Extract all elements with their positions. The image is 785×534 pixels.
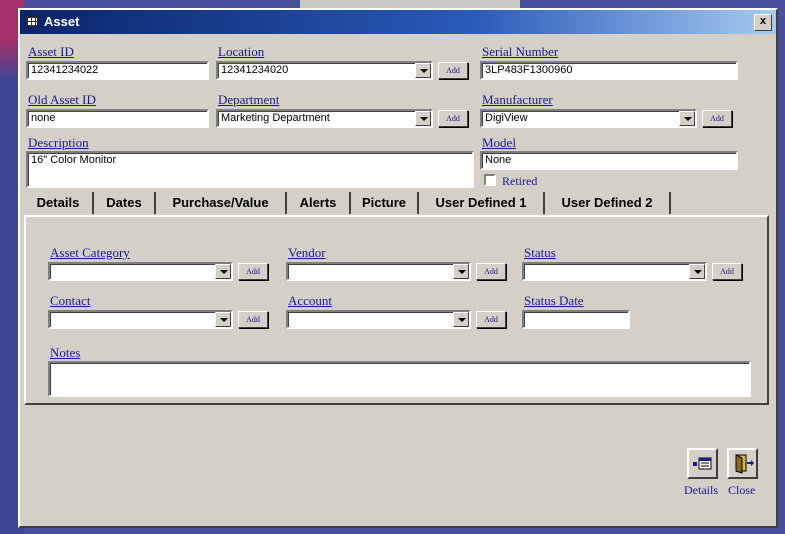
serial-number-field[interactable]: 3LP483F1300960 <box>480 61 738 80</box>
serial-number-label: Serial Number <box>482 44 559 59</box>
chevron-down-icon[interactable] <box>453 264 469 279</box>
chevron-down-icon[interactable] <box>453 312 469 327</box>
department-value: Marketing Department <box>221 112 330 124</box>
location-value: 12341234020 <box>221 64 289 76</box>
close-button[interactable] <box>727 448 758 479</box>
chevron-down-icon[interactable] <box>679 111 695 126</box>
status-date-label: Status Date <box>524 293 584 308</box>
add-asset-category-button[interactable]: Add <box>238 263 268 280</box>
add-contact-button[interactable]: Add <box>238 311 268 328</box>
add-status-button[interactable]: Add <box>712 263 742 280</box>
window-title: Asset <box>44 14 80 29</box>
add-vendor-button[interactable]: Add <box>476 263 506 280</box>
contact-combo[interactable] <box>48 310 233 329</box>
chevron-down-icon[interactable] <box>415 111 431 126</box>
tab-picture[interactable]: Picture <box>351 192 419 214</box>
retired-checkbox[interactable] <box>484 174 496 186</box>
add-location-button[interactable]: Add <box>438 62 468 79</box>
title-bar[interactable]: Asset x <box>20 10 776 34</box>
department-combo[interactable]: Marketing Department <box>216 109 433 128</box>
close-footer-label: Close <box>728 483 756 497</box>
details-tab-panel: Asset Category Add Vendor Add Status Add… <box>24 215 769 405</box>
details-button[interactable] <box>687 448 718 479</box>
tab-details[interactable]: Details <box>24 192 94 214</box>
vendor-combo[interactable] <box>286 262 471 281</box>
manufacturer-label: Manufacturer <box>482 92 553 107</box>
add-manufacturer-button[interactable]: Add <box>702 110 732 127</box>
account-combo[interactable] <box>286 310 471 329</box>
add-account-button[interactable]: Add <box>476 311 506 328</box>
add-department-button[interactable]: Add <box>438 110 468 127</box>
details-footer-label: Details <box>684 483 718 497</box>
contact-label: Contact <box>50 293 91 308</box>
model-label: Model <box>482 135 516 150</box>
description-label: Description <box>28 135 89 150</box>
department-label: Department <box>218 92 280 107</box>
asset-id-field[interactable]: 12341234022 <box>26 61 209 80</box>
vendor-label: Vendor <box>288 245 326 260</box>
tab-user-defined-2[interactable]: User Defined 2 <box>545 192 671 214</box>
old-asset-id-field[interactable]: none <box>26 109 209 128</box>
notes-label: Notes <box>50 345 81 360</box>
chevron-down-icon[interactable] <box>689 264 705 279</box>
close-window-button[interactable]: x <box>754 14 772 31</box>
manufacturer-value: DigiView <box>485 112 528 124</box>
asset-form-window: Asset x Asset ID 12341234022 Location 12… <box>18 8 778 528</box>
asset-category-label: Asset Category <box>50 245 130 260</box>
chevron-down-icon[interactable] <box>415 63 431 78</box>
location-combo[interactable]: 12341234020 <box>216 61 433 80</box>
model-field[interactable]: None <box>480 151 738 170</box>
account-label: Account <box>288 293 333 308</box>
status-label: Status <box>524 245 556 260</box>
notes-field[interactable] <box>48 361 751 397</box>
exit-door-icon <box>735 454 754 474</box>
details-icon <box>693 457 712 470</box>
asset-category-combo[interactable] <box>48 262 233 281</box>
description-field[interactable]: 16" Color Monitor <box>26 151 474 188</box>
chevron-down-icon[interactable] <box>215 312 231 327</box>
chevron-down-icon[interactable] <box>215 264 231 279</box>
status-combo[interactable] <box>522 262 707 281</box>
old-asset-id-label: Old Asset ID <box>28 92 96 107</box>
tab-purchase-value[interactable]: Purchase/Value <box>156 192 287 214</box>
tab-user-defined-1[interactable]: User Defined 1 <box>419 192 545 214</box>
tab-alerts[interactable]: Alerts <box>287 192 351 214</box>
tab-dates[interactable]: Dates <box>94 192 156 214</box>
asset-id-label: Asset ID <box>28 44 74 59</box>
form-icon <box>26 16 38 27</box>
manufacturer-combo[interactable]: DigiView <box>480 109 697 128</box>
status-date-field[interactable] <box>522 310 630 329</box>
location-label: Location <box>218 44 265 59</box>
retired-label: Retired <box>502 174 538 188</box>
